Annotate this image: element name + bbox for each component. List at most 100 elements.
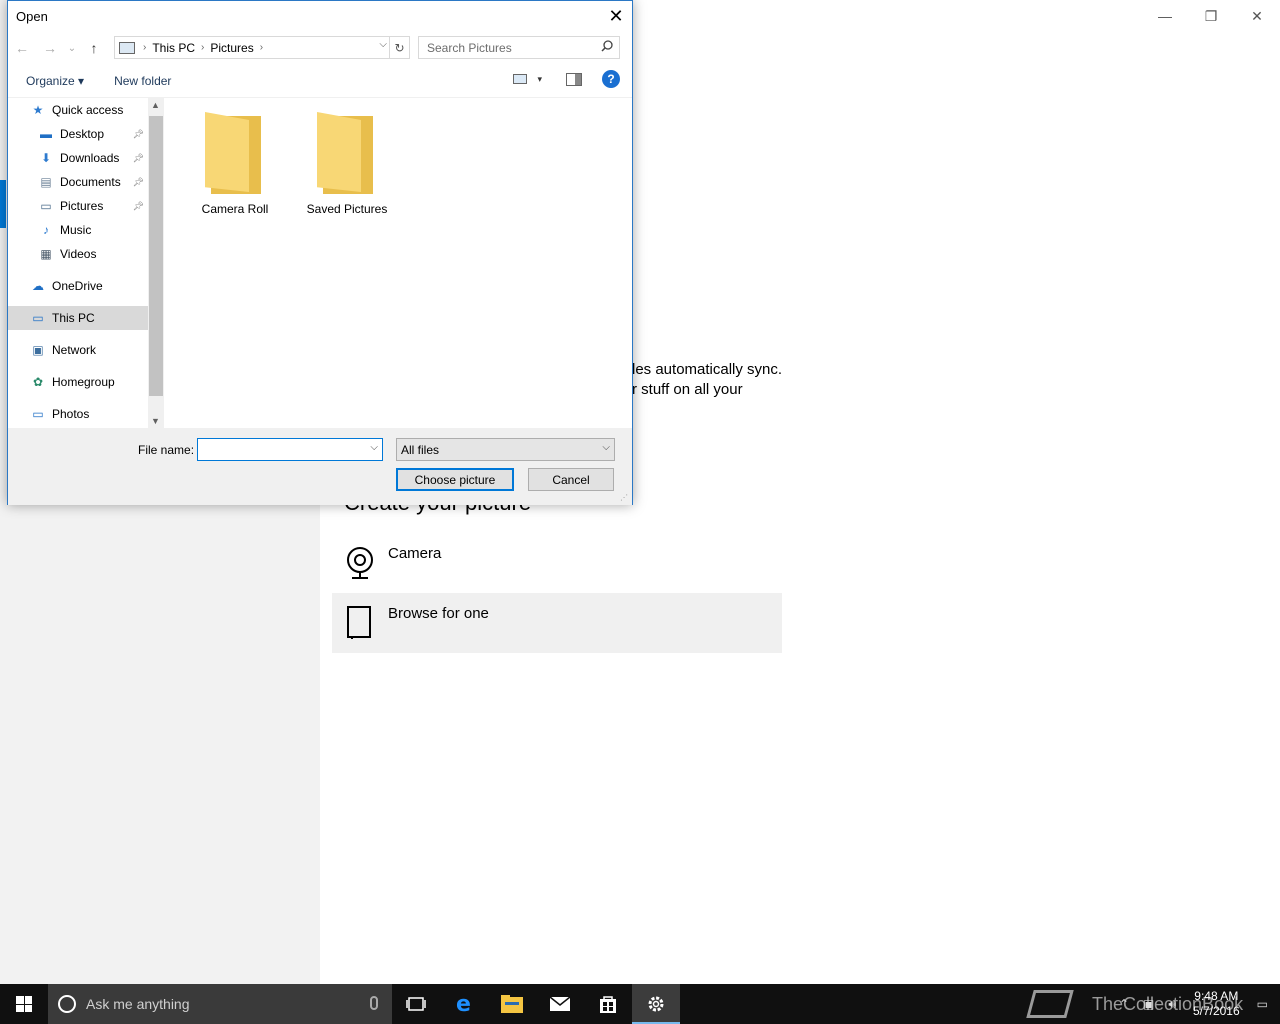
task-view-icon[interactable] <box>392 984 440 1024</box>
address-bar[interactable]: › This PC › Pictures › ⌵ ↻ <box>114 36 410 59</box>
file-list: Camera Roll Saved Pictures <box>164 98 632 428</box>
scroll-down-arrow[interactable]: ▼ <box>151 416 160 426</box>
store-icon[interactable] <box>584 984 632 1024</box>
breadcrumb-separator[interactable]: › <box>143 42 146 53</box>
nav-item-quick-access[interactable]: ★ Quick access <box>8 98 148 122</box>
file-explorer-icon[interactable] <box>488 984 536 1024</box>
action-center-icon[interactable]: ▭ <box>1257 997 1268 1011</box>
nav-item-homegroup[interactable]: ✿ Homegroup <box>8 370 148 394</box>
microphone-icon[interactable] <box>370 996 378 1010</box>
preview-pane-icon[interactable] <box>566 72 582 86</box>
sync-description: les automatically sync. r stuff on all y… <box>632 360 832 400</box>
refresh-button[interactable]: ↻ <box>389 37 409 58</box>
dialog-title: Open <box>16 9 48 24</box>
choose-picture-button[interactable]: Choose picture <box>396 468 514 491</box>
mail-icon[interactable] <box>536 984 584 1024</box>
nav-item-network[interactable]: ▣ Network <box>8 338 148 362</box>
address-history-dropdown[interactable]: ⌵ <box>379 39 387 50</box>
volume-icon[interactable]: 🔊︎ <box>1168 997 1176 1012</box>
start-button[interactable] <box>0 984 48 1024</box>
homegroup-icon: ✿ <box>32 375 44 389</box>
clock[interactable]: 9:48 AM 5/7/2016 <box>1193 989 1240 1019</box>
dialog-body: ★ Quick access ▬ Desktop 📌︎ ⬇ Downloads 📌︎ ▤ Docu… <box>8 98 632 428</box>
navigation-scrollbar[interactable]: ▲ ▼ <box>148 98 164 428</box>
nav-item-label: OneDrive <box>52 279 103 293</box>
breadcrumb-this-pc[interactable]: This PC <box>152 41 195 55</box>
file-name-dropdown-icon[interactable]: ⌵ <box>370 442 378 453</box>
camera-option-label: Camera <box>388 545 442 562</box>
breadcrumb-separator[interactable]: › <box>201 42 204 53</box>
folder-item-camera-roll[interactable]: Camera Roll <box>185 112 285 216</box>
star-icon: ★ <box>32 103 44 117</box>
camera-icon <box>344 545 376 581</box>
this-pc-icon: ▭ <box>32 311 44 325</box>
close-button[interactable]: ✕ <box>1234 0 1280 32</box>
nav-item-desktop[interactable]: ▬ Desktop 📌︎ <box>8 122 148 146</box>
cortana-placeholder: Ask me anything <box>86 996 190 1012</box>
settings-icon[interactable] <box>632 984 680 1024</box>
folder-item-saved-pictures[interactable]: Saved Pictures <box>297 112 397 216</box>
sync-text-line-2: r stuff on all your <box>632 381 743 398</box>
view-controls: ▾ ? <box>513 70 620 88</box>
search-input[interactable]: Search Pictures <box>418 36 620 59</box>
dialog-close-button[interactable]: ✕ <box>600 1 632 31</box>
navigation-pane: ★ Quick access ▬ Desktop 📌︎ ⬇ Downloads 📌︎ ▤ Docu… <box>8 98 148 428</box>
view-options-dropdown[interactable]: ▾ <box>537 74 542 85</box>
dialog-titlebar: Open ✕ <box>8 1 632 32</box>
breadcrumb-pictures[interactable]: Pictures <box>210 41 253 55</box>
nav-item-videos[interactable]: ▦ Videos <box>8 242 148 266</box>
new-folder-button[interactable]: New folder <box>114 74 171 88</box>
chevron-down-icon[interactable]: ⌵ <box>602 442 610 453</box>
window-controls: — ❐ ✕ <box>1142 0 1280 32</box>
file-name-label: File name: <box>138 443 195 457</box>
recent-locations-button[interactable]: ⌄ <box>64 36 80 60</box>
nav-item-pictures[interactable]: ▭ Pictures 📌︎ <box>8 194 148 218</box>
minimize-button[interactable]: — <box>1142 0 1188 32</box>
edge-icon[interactable]: e <box>440 984 488 1024</box>
videos-icon: ▦ <box>40 247 52 261</box>
file-type-value: All files <box>401 442 440 457</box>
forward-button[interactable]: → <box>36 36 64 60</box>
nav-item-label: Desktop <box>60 127 105 141</box>
nav-item-photos[interactable]: ▭ Photos <box>8 402 148 426</box>
photos-icon: ▭ <box>32 407 44 421</box>
network-tray-icon[interactable]: ▣ <box>1143 997 1154 1011</box>
browse-option[interactable]: Browse for one <box>332 593 782 653</box>
nav-item-this-pc[interactable]: ▭ This PC <box>8 306 148 330</box>
help-icon[interactable]: ? <box>602 70 620 88</box>
dialog-toolbar: Organize ▾ New folder ▾ ? <box>8 64 632 98</box>
downloads-icon: ⬇ <box>40 151 52 165</box>
resize-grip[interactable]: ⋰ <box>620 493 630 503</box>
organize-menu[interactable]: Organize ▾ <box>26 74 84 88</box>
show-hidden-icons-icon[interactable]: ⌃ <box>1119 997 1129 1011</box>
scroll-up-arrow[interactable]: ▲ <box>151 100 160 110</box>
camera-option[interactable]: Camera <box>332 533 782 593</box>
settings-nav-selection-indicator <box>0 180 6 228</box>
folder-icon <box>205 112 265 194</box>
search-icon[interactable] <box>601 40 613 55</box>
restore-button[interactable]: ❐ <box>1188 0 1234 32</box>
cancel-button[interactable]: Cancel <box>528 468 614 491</box>
nav-item-music[interactable]: ♪ Music <box>8 218 148 242</box>
onedrive-icon: ☁ <box>32 279 44 293</box>
nav-item-label: Homegroup <box>52 375 115 389</box>
folder-name: Camera Roll <box>201 202 269 216</box>
nav-item-downloads[interactable]: ⬇ Downloads 📌︎ <box>8 146 148 170</box>
breadcrumb-separator[interactable]: › <box>260 42 263 53</box>
nav-item-label: Quick access <box>52 103 124 117</box>
nav-item-documents[interactable]: ▤ Documents 📌︎ <box>8 170 148 194</box>
up-button[interactable]: ↑ <box>80 36 108 60</box>
back-button[interactable]: ← <box>8 36 36 60</box>
pin-icon: 📌︎ <box>132 200 144 211</box>
file-name-input[interactable]: ⌵ <box>197 438 383 461</box>
change-view-icon[interactable] <box>513 74 528 84</box>
browse-option-label: Browse for one <box>388 605 489 622</box>
scrollbar-thumb[interactable] <box>149 116 163 396</box>
cortana-search-box[interactable]: Ask me anything <box>48 984 392 1024</box>
nav-item-onedrive[interactable]: ☁ OneDrive <box>8 274 148 298</box>
file-type-select[interactable]: All files ⌵ <box>396 438 615 461</box>
pin-icon: 📌︎ <box>132 176 144 187</box>
